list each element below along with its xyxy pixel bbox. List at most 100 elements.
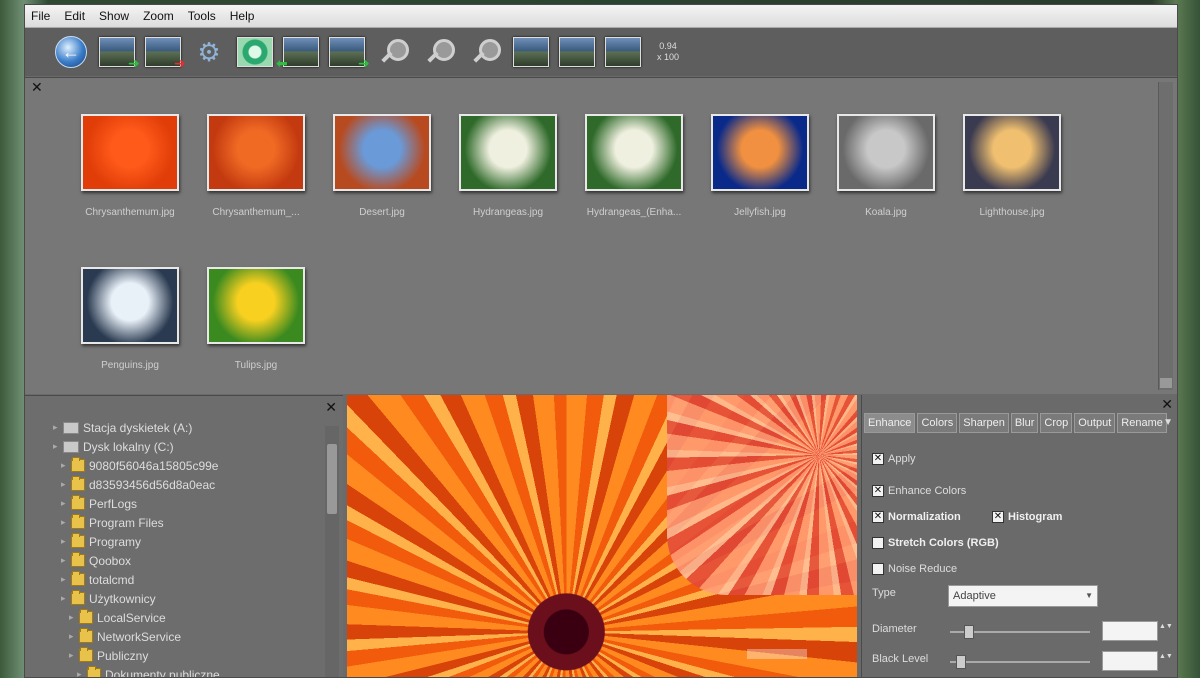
tree-item[interactable]: ▸Publiczny [53,646,220,665]
expand-icon[interactable]: ▸ [69,612,79,623]
process-button[interactable] [237,35,273,69]
tree-item[interactable]: ▸9080f56046a15805c99e [53,456,220,475]
zoom-fit-button[interactable] [467,35,503,69]
menu-tools[interactable]: Tools [188,9,216,23]
apply-checkbox[interactable]: ✕ Apply [872,453,916,465]
settings-button[interactable]: ⚙ [191,35,227,69]
back-button[interactable]: ← [53,35,89,69]
normalization-checkbox[interactable]: ✕ Normalization [872,511,961,523]
thumbnail-item[interactable]: Jellyfish.jpg [697,110,823,263]
expand-icon[interactable]: ▸ [53,422,63,433]
thumbnail-image[interactable] [963,114,1061,191]
tree-item[interactable]: ▸ d83593456d56d8a0eac [53,475,220,494]
move-left-button[interactable]: ⬅ [283,35,319,69]
tree-item[interactable]: ▸Programy [53,532,220,551]
tree-scrollbar[interactable] [325,426,339,677]
menu-show[interactable]: Show [99,9,129,23]
view-single-button[interactable] [513,35,549,69]
thumbnail-item[interactable]: Chrysanthemum_... [193,110,319,263]
tab-scroll-icon[interactable]: ▼ [1163,417,1173,428]
thumbnail-image[interactable] [207,267,305,344]
menu-help[interactable]: Help [230,9,255,23]
thumbnail-item[interactable]: Penguins.jpg [67,263,193,416]
thumbnail-item[interactable]: Tulips.jpg [193,263,319,416]
close-icon[interactable]: ✕ [325,400,337,414]
tree-item[interactable]: ▸Użytkownicy [53,589,220,608]
menu-zoom[interactable]: Zoom [143,9,174,23]
thumbnail-image[interactable] [81,267,179,344]
expand-icon[interactable]: ▸ [69,631,79,642]
zoom-in-button[interactable] [375,35,411,69]
thumbnail-item[interactable]: Lighthouse.jpg [949,110,1075,263]
thumbnail-image[interactable] [81,114,179,191]
tree-item[interactable]: ▸Stacja dyskietek (A:) [53,418,220,437]
tree-item[interactable]: ▸Dokumenty publiczne [53,665,220,678]
thumbnail-item[interactable]: Hydrangeas_(Enha... [571,110,697,263]
tab-colors[interactable]: Colors [917,413,957,433]
image-preview[interactable] [347,395,857,677]
scroll-thumb[interactable] [327,444,337,514]
thumbnail-image[interactable] [711,114,809,191]
tab-output[interactable]: Output [1074,413,1115,433]
expand-icon[interactable]: ▸ [61,460,71,471]
expand-icon[interactable]: ▸ [61,479,71,490]
view-fullscreen-button[interactable] [605,35,641,69]
close-icon[interactable]: ✕ [1161,397,1173,411]
thumbnail-item[interactable]: Koala.jpg [823,110,949,263]
tab-enhance[interactable]: Enhance [864,413,915,433]
zoom-out-button[interactable] [421,35,457,69]
expand-icon[interactable]: ▸ [61,555,71,566]
enhance-colors-checkbox[interactable]: ✕ Enhance Colors [872,485,966,497]
checkbox-icon: ✕ [872,485,884,497]
checkbox-icon: ✕ [872,453,884,465]
menu-edit[interactable]: Edit [64,9,85,23]
move-right-button[interactable]: ➜ [329,35,365,69]
diameter-slider[interactable] [950,631,1090,633]
stretch-colors-checkbox[interactable]: Stretch Colors (RGB) [872,537,999,549]
thumbnail-image[interactable] [585,114,683,191]
tree-item[interactable]: ▸LocalService [53,608,220,627]
black-level-spinbox[interactable] [1102,651,1158,671]
thumbnail-item[interactable]: Desert.jpg [319,110,445,263]
tree-item[interactable]: ▸Dysk lokalny (C:) [53,437,220,456]
expand-icon[interactable]: ▸ [77,669,87,678]
expand-icon[interactable]: ▸ [61,593,71,604]
tree-item[interactable]: ▸NetworkService [53,627,220,646]
menu-file[interactable]: File [31,9,50,23]
tab-rename[interactable]: Rename [1117,413,1167,433]
tab-crop[interactable]: Crop [1040,413,1072,433]
import-button[interactable]: ➜ [99,35,135,69]
thumbnail-item[interactable]: Hydrangeas.jpg [445,110,571,263]
thumbnail-image[interactable] [459,114,557,191]
tree-item[interactable]: ▸Program Files [53,513,220,532]
export-button[interactable]: ➜ [145,35,181,69]
tree-item[interactable]: ▸totalcmd [53,570,220,589]
diameter-spinbox[interactable] [1102,621,1158,641]
scroll-thumb[interactable] [1160,378,1172,388]
tab-sharpen[interactable]: Sharpen [959,413,1009,433]
expand-icon[interactable]: ▸ [61,517,71,528]
thumbnail-image[interactable] [837,114,935,191]
expand-icon[interactable]: ▸ [69,650,79,661]
thumbnail-image[interactable] [207,114,305,191]
black-level-slider[interactable] [950,661,1090,663]
histogram-checkbox[interactable]: ✕ Histogram [992,511,1062,523]
close-icon[interactable]: ✕ [31,80,43,94]
expand-icon[interactable]: ▸ [61,498,71,509]
slider-handle[interactable] [956,655,966,669]
tree-item[interactable]: ▸Qoobox [53,551,220,570]
tree-item[interactable]: ▸PerfLogs [53,494,220,513]
thumbnail-image[interactable] [333,114,431,191]
slider-handle[interactable] [964,625,974,639]
noise-reduce-checkbox[interactable]: Noise Reduce [872,563,957,575]
thumbnail-scrollbar[interactable] [1158,82,1173,390]
tab-blur[interactable]: Blur [1011,413,1039,433]
expand-icon[interactable]: ▸ [61,574,71,585]
tree-item-label: d83593456d56d8a0eac [89,478,215,492]
thumbnail-item[interactable]: Chrysanthemum.jpg [67,110,193,263]
view-filmstrip-button[interactable] [559,35,595,69]
stretch-colors-label: Stretch Colors (RGB) [888,537,999,549]
expand-icon[interactable]: ▸ [53,441,63,452]
type-select[interactable]: Adaptive ▼ [948,585,1098,607]
expand-icon[interactable]: ▸ [61,536,71,547]
